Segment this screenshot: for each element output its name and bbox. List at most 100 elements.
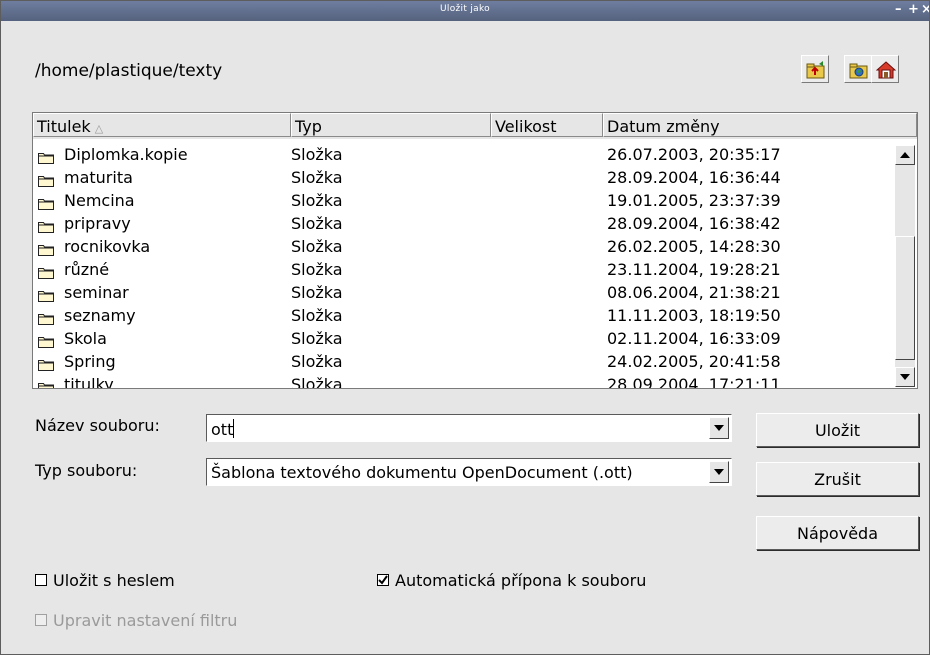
folder-icon — [38, 337, 54, 348]
file-name: maturita — [64, 168, 133, 187]
file-type: Složka — [291, 237, 343, 256]
file-type: Složka — [291, 375, 343, 389]
up-folder-icon — [806, 61, 825, 79]
filetype-value: Šablona textového dokumentu OpenDocument… — [211, 463, 633, 482]
file-row[interactable]: seminar Složka 08.06.2004, 21:38:21 — [33, 283, 893, 306]
cancel-button[interactable]: Zrušit — [756, 462, 919, 496]
file-row[interactable]: rocnikovka Složka 26.02.2005, 14:28:30 — [33, 237, 893, 260]
file-row[interactable]: pripravy Složka 28.09.2004, 16:38:42 — [33, 214, 893, 237]
file-list[interactable]: Titulek △ Typ Velikost Datum změny Diplom… — [32, 112, 918, 389]
file-date: 26.02.2005, 14:28:30 — [607, 237, 781, 256]
file-rows: Diplomka.kopie Složka 26.07.2003, 20:35:17… — [33, 145, 893, 389]
file-row[interactable]: titulky Složka 28.09.2004, 17:21:11 — [33, 375, 893, 389]
title-bar[interactable]: Uložit jako – + × — [1, 1, 929, 21]
scroll-up-button[interactable] — [895, 145, 915, 165]
save-button[interactable]: Uložit — [756, 413, 919, 447]
filetype-label: Typ souboru: — [35, 461, 138, 480]
vertical-scrollbar[interactable] — [895, 145, 915, 387]
arrow-up-icon — [900, 152, 910, 158]
column-header-size[interactable]: Velikost — [491, 113, 603, 137]
file-type: Složka — [291, 352, 343, 371]
current-path: /home/plastique/texty — [35, 61, 223, 81]
file-date: 08.06.2004, 21:38:21 — [607, 283, 781, 302]
file-name: seznamy — [64, 306, 136, 325]
chevron-down-icon — [714, 469, 724, 475]
edit-filter-box — [35, 614, 47, 626]
auto-extension-box[interactable] — [377, 574, 389, 586]
folder-icon — [38, 153, 54, 164]
file-type: Složka — [291, 283, 343, 302]
home-icon — [876, 61, 896, 79]
file-name: Skola — [64, 329, 107, 348]
file-row[interactable]: Skola Složka 02.11.2004, 16:33:09 — [33, 329, 893, 352]
window-title: Uložit jako — [440, 4, 490, 14]
folder-icon — [38, 222, 54, 233]
sort-ascending-icon: △ — [94, 122, 104, 135]
folder-icon — [38, 360, 54, 371]
file-type: Složka — [291, 306, 343, 325]
filetype-dropdown-button[interactable] — [709, 461, 729, 483]
file-name: Spring — [64, 352, 116, 371]
column-header-date[interactable]: Datum změny — [603, 113, 917, 137]
maximize-button[interactable]: + — [908, 2, 919, 17]
new-folder-button[interactable] — [844, 55, 872, 83]
folder-icon — [38, 383, 54, 388]
folder-icon — [38, 199, 54, 210]
folder-icon — [38, 291, 54, 302]
filename-dropdown-button[interactable] — [709, 417, 729, 439]
filename-input[interactable]: ott — [206, 414, 732, 442]
file-row[interactable]: Spring Složka 24.02.2005, 20:41:58 — [33, 352, 893, 375]
file-name: Diplomka.kopie — [64, 145, 188, 164]
minimize-button[interactable]: – — [895, 2, 902, 17]
save-password-box[interactable] — [35, 574, 47, 586]
file-name: pripravy — [64, 214, 131, 233]
arrow-down-icon — [900, 374, 910, 380]
file-type: Složka — [291, 214, 343, 233]
file-date: 28.09.2004, 17:21:11 — [607, 375, 781, 389]
file-date: 24.02.2005, 20:41:58 — [607, 352, 781, 371]
file-date: 26.07.2003, 20:35:17 — [607, 145, 781, 164]
file-date: 11.11.2003, 18:19:50 — [607, 306, 781, 325]
file-row[interactable]: maturita Složka 28.09.2004, 16:36:44 — [33, 168, 893, 191]
save-password-label: Uložit s heslem — [53, 571, 175, 590]
new-folder-icon — [849, 63, 868, 79]
checkmark-icon — [378, 575, 388, 585]
file-name: rocnikovka — [64, 237, 151, 256]
edit-filter-label: Upravit nastavení filtru — [53, 611, 238, 630]
file-row[interactable]: různé Složka 23.11.2004, 19:28:21 — [33, 260, 893, 283]
file-name: Nemcina — [64, 191, 135, 210]
folder-icon — [38, 176, 54, 187]
close-button[interactable]: × — [921, 2, 929, 17]
help-button[interactable]: Nápověda — [756, 516, 919, 550]
file-date: 28.09.2004, 16:38:42 — [607, 214, 781, 233]
file-row[interactable]: Diplomka.kopie Složka 26.07.2003, 20:35:17 — [33, 145, 893, 168]
auto-extension-checkbox[interactable]: Automatická přípona k souboru — [377, 571, 646, 590]
list-header: Titulek △ Typ Velikost Datum změny — [33, 113, 917, 139]
column-header-type[interactable]: Typ — [291, 113, 491, 137]
column-header-name[interactable]: Titulek △ — [33, 113, 291, 137]
column-name-label: Titulek — [37, 117, 91, 136]
file-type: Složka — [291, 260, 343, 279]
text-caret — [233, 419, 235, 438]
filetype-select[interactable]: Šablona textového dokumentu OpenDocument… — [206, 458, 732, 486]
file-name: různé — [64, 260, 110, 279]
auto-extension-label: Automatická přípona k souboru — [395, 571, 647, 590]
home-button[interactable] — [871, 55, 899, 83]
up-folder-button[interactable] — [801, 55, 829, 83]
folder-icon — [38, 268, 54, 279]
folder-icon — [38, 245, 54, 256]
edit-filter-checkbox: Upravit nastavení filtru — [35, 611, 237, 630]
file-name: titulky — [64, 375, 114, 389]
file-type: Složka — [291, 329, 343, 348]
file-row[interactable]: Nemcina Složka 19.01.2005, 23:37:39 — [33, 191, 893, 214]
file-type: Složka — [291, 145, 343, 164]
scroll-down-button[interactable] — [895, 367, 915, 387]
scroll-thumb[interactable] — [895, 236, 915, 360]
file-name: seminar — [64, 283, 129, 302]
file-type: Složka — [291, 168, 343, 187]
file-type: Složka — [291, 191, 343, 210]
chevron-down-icon — [714, 425, 724, 431]
save-password-checkbox[interactable]: Uložit s heslem — [35, 571, 175, 590]
file-row[interactable]: seznamy Složka 11.11.2003, 18:19:50 — [33, 306, 893, 329]
file-date: 02.11.2004, 16:33:09 — [607, 329, 781, 348]
